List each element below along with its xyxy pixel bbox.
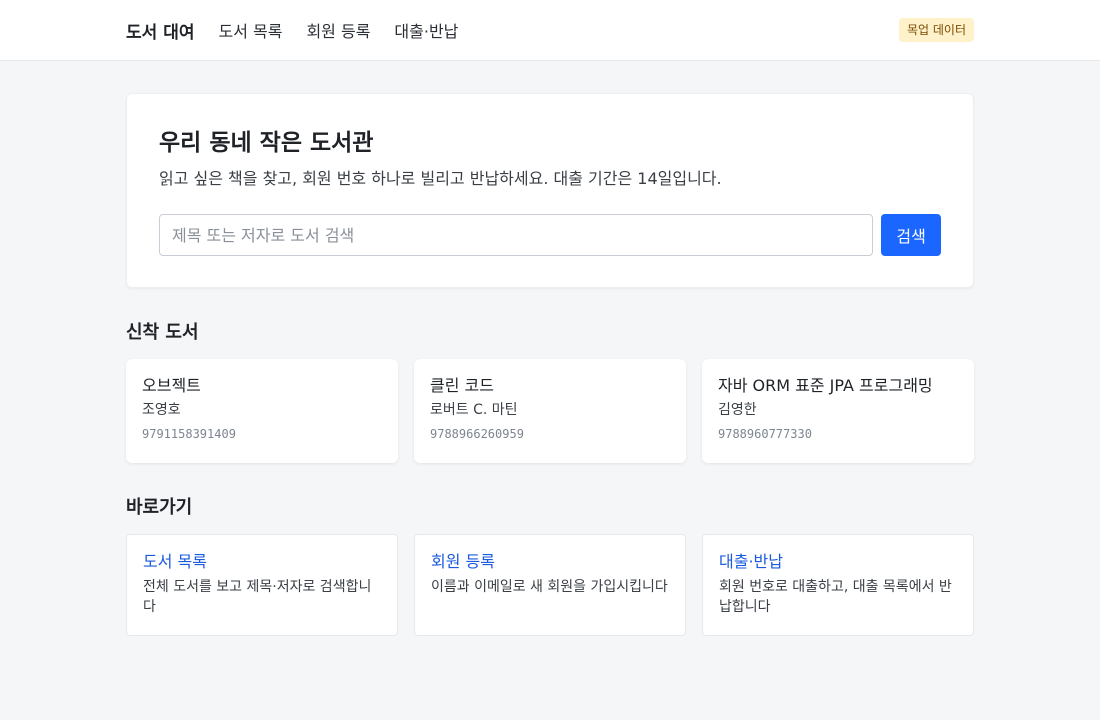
shortcut-title: 도서 목록	[143, 552, 207, 571]
shortcut-title: 대출·반납	[719, 552, 783, 571]
mock-data-badge: 목업 데이터	[898, 18, 974, 42]
book-author: 김영한	[718, 402, 757, 418]
nav-link-member-register[interactable]: 회원 등록	[306, 18, 370, 42]
hero-panel: 우리 동네 작은 도서관 읽고 싶은 책을 찾고, 회원 번호 하나로 빌리고 …	[126, 93, 974, 288]
shortcut-card-loan-return[interactable]: 대출·반납 회원 번호로 대출하고, 대출 목록에서 반납합니다	[702, 534, 974, 636]
hero-description: 읽고 싶은 책을 찾고, 회원 번호 하나로 빌리고 반납하세요. 대출 기간은…	[159, 169, 722, 188]
book-isbn: 9788960777330	[718, 427, 812, 441]
book-card[interactable]: 오브젝트 조영호 9791158391409	[126, 359, 398, 463]
nav-link-book-list[interactable]: 도서 목록	[218, 18, 282, 42]
search-form: 검색	[159, 214, 941, 256]
nav-link-loan-return[interactable]: 대출·반납	[394, 18, 458, 42]
search-button[interactable]: 검색	[881, 214, 941, 256]
shortcut-card-member-register[interactable]: 회원 등록 이름과 이메일로 새 회원을 가입시킵니다	[414, 534, 686, 636]
page-title: 우리 동네 작은 도서관	[159, 130, 374, 156]
book-title: 클린 코드	[430, 376, 494, 395]
book-title: 자바 ORM 표준 JPA 프로그래밍	[718, 376, 933, 395]
book-card[interactable]: 자바 ORM 표준 JPA 프로그래밍 김영한 9788960777330	[702, 359, 974, 463]
book-isbn: 9791158391409	[142, 427, 236, 441]
top-navbar: 도서 대여 도서 목록 회원 등록 대출·반납 목업 데이터	[0, 0, 1100, 61]
shortcuts-title: 바로가기	[126, 497, 193, 518]
new-books-grid: 오브젝트 조영호 9791158391409 클린 코드 로버트 C. 마틴 9…	[126, 359, 974, 463]
shortcut-description: 회원 번호로 대출하고, 대출 목록에서 반납합니다	[719, 579, 952, 615]
shortcut-card-book-list[interactable]: 도서 목록 전체 도서를 보고 제목·저자로 검색합니다	[126, 534, 398, 636]
book-isbn: 9788966260959	[430, 427, 524, 441]
book-search-input[interactable]	[159, 214, 874, 256]
shortcut-title: 회원 등록	[431, 552, 495, 571]
shortcut-description: 전체 도서를 보고 제목·저자로 검색합니다	[143, 579, 372, 615]
book-card[interactable]: 클린 코드 로버트 C. 마틴 9788966260959	[414, 359, 686, 463]
book-title: 오브젝트	[142, 376, 201, 395]
book-author: 로버트 C. 마틴	[430, 402, 518, 418]
new-books-title: 신착 도서	[126, 322, 199, 343]
book-author: 조영호	[142, 402, 181, 418]
brand-link[interactable]: 도서 대여	[126, 18, 194, 43]
main-content: 우리 동네 작은 도서관 읽고 싶은 책을 찾고, 회원 번호 하나로 빌리고 …	[126, 93, 974, 636]
navbar-inner: 도서 대여 도서 목록 회원 등록 대출·반납 목업 데이터	[126, 0, 974, 60]
shortcuts-grid: 도서 목록 전체 도서를 보고 제목·저자로 검색합니다 회원 등록 이름과 이…	[126, 534, 974, 636]
shortcut-description: 이름과 이메일로 새 회원을 가입시킵니다	[431, 579, 668, 595]
